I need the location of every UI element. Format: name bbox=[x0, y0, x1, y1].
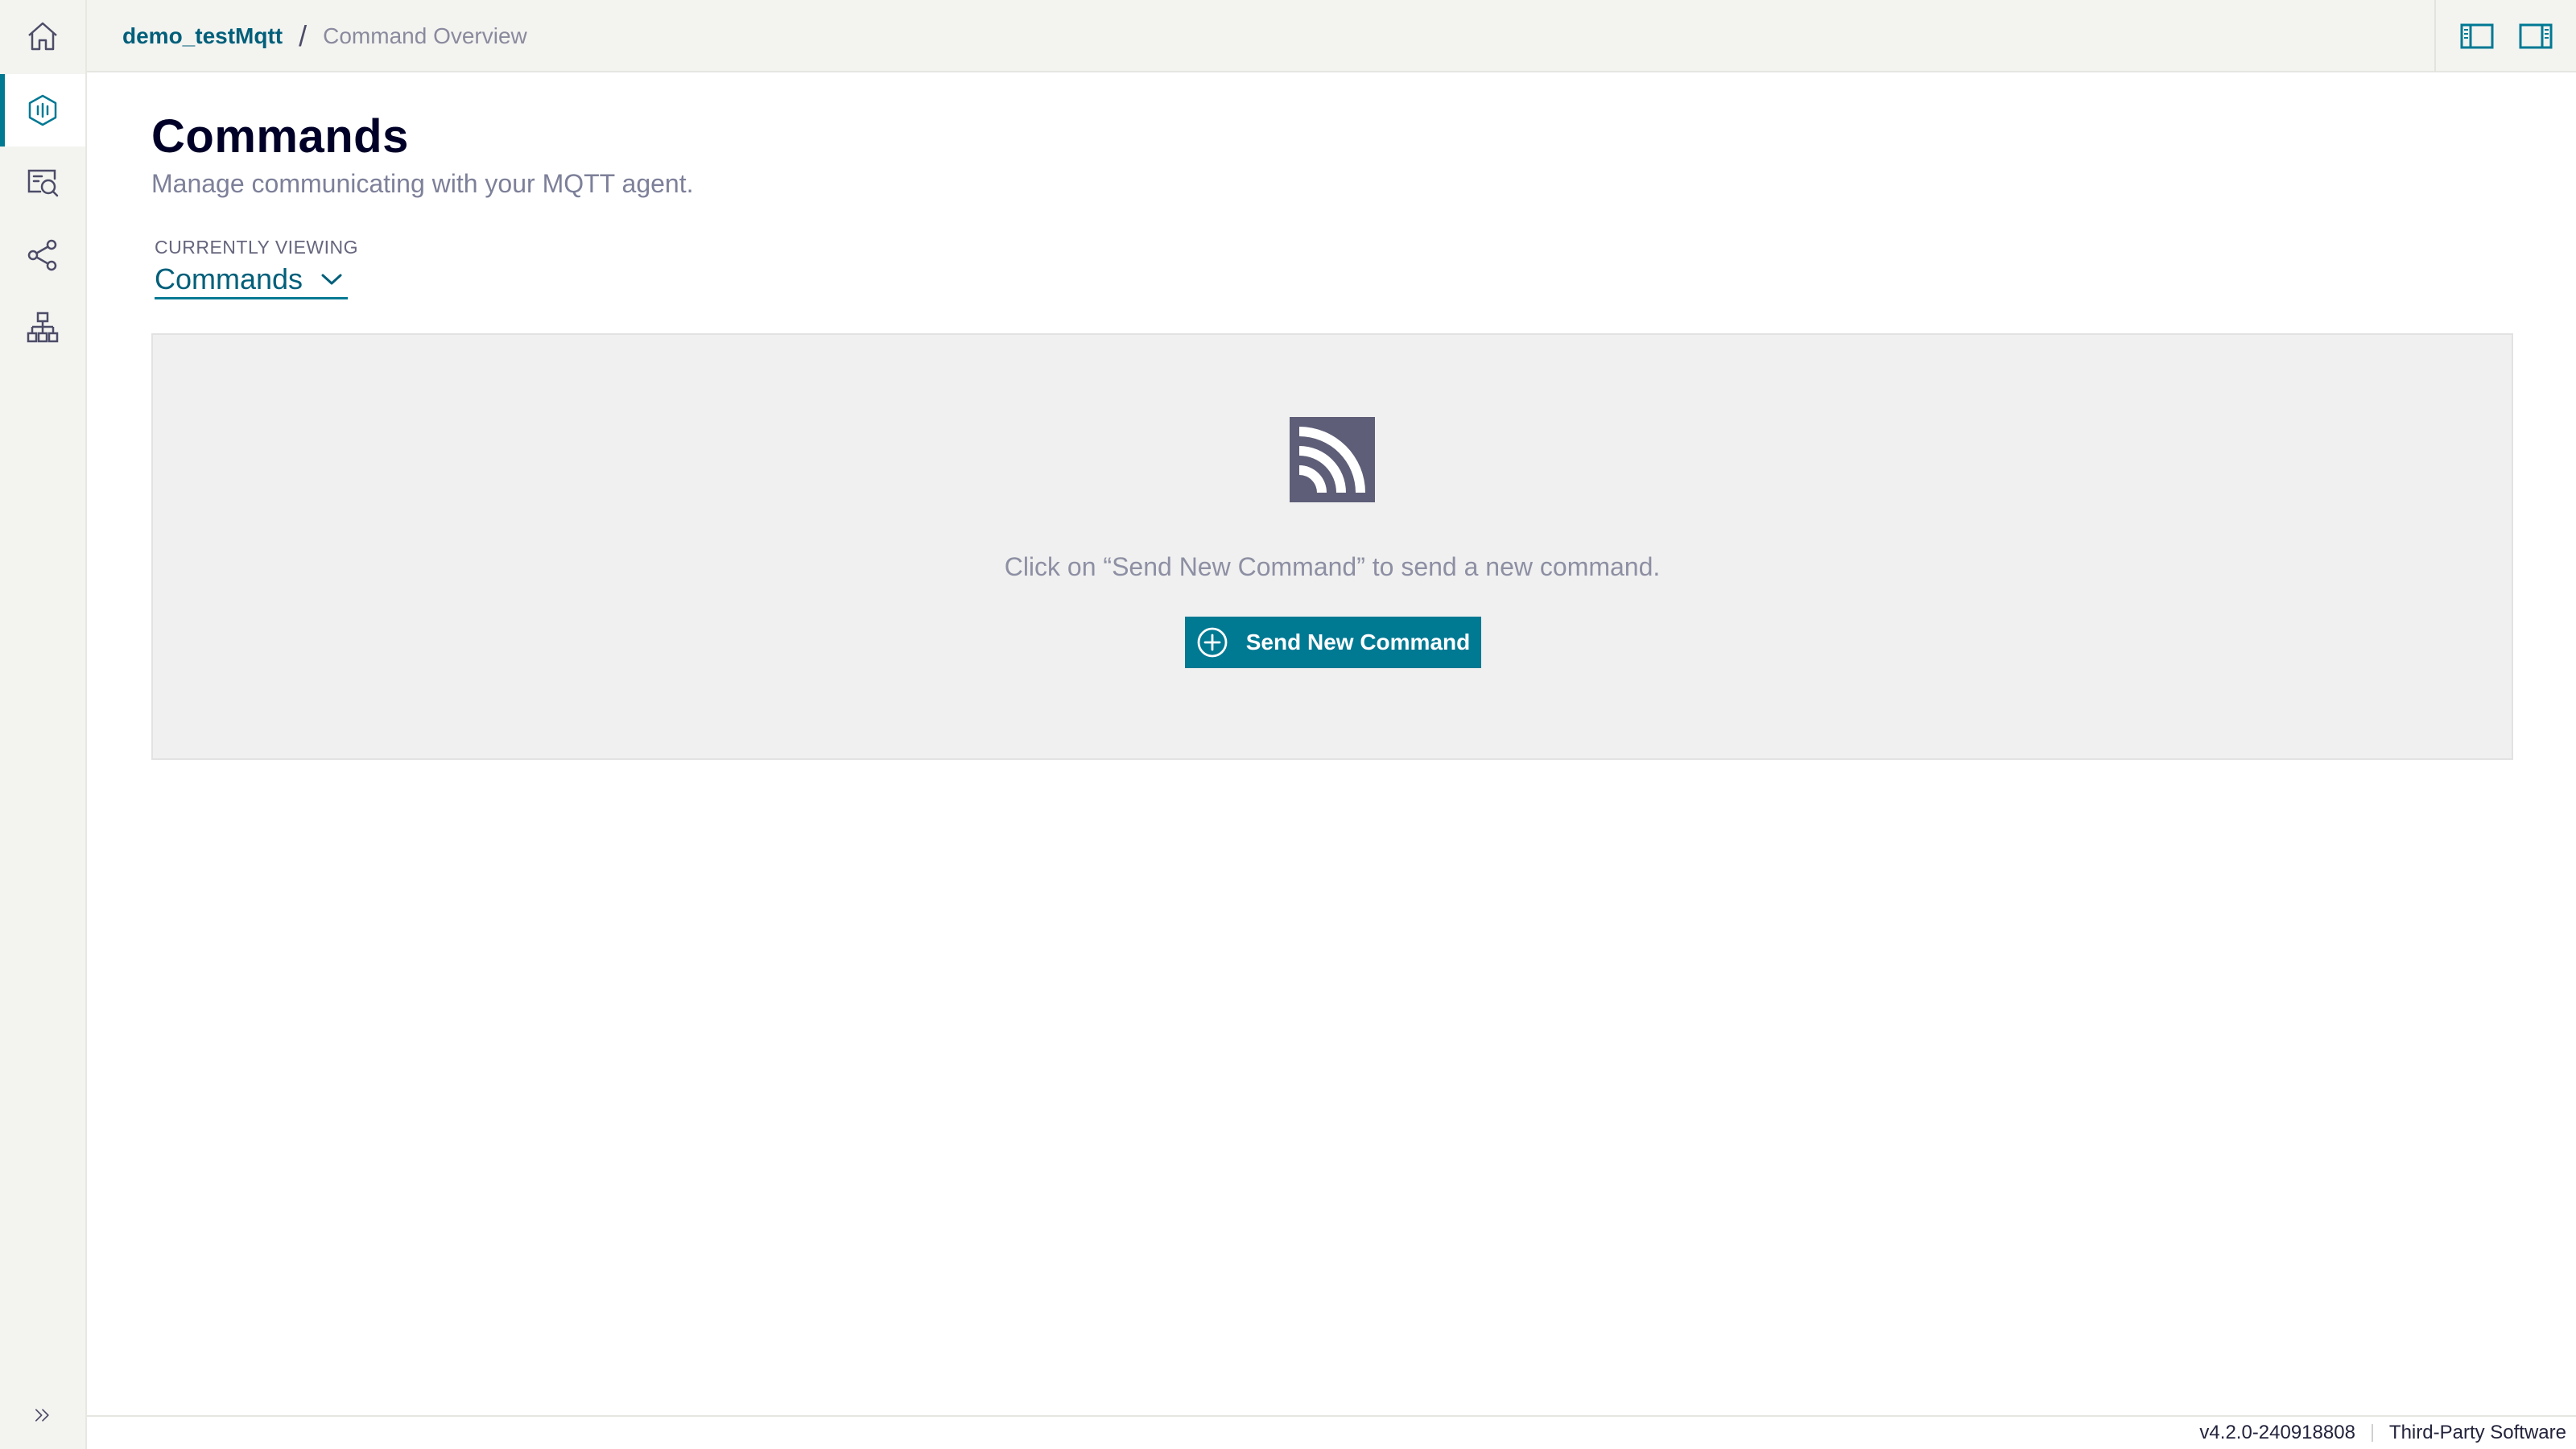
side-navigation-rail bbox=[0, 0, 87, 1449]
page-title: Commands bbox=[151, 110, 409, 163]
currently-viewing-label: CURRENTLY VIEWING bbox=[155, 237, 359, 258]
nav-hierarchy[interactable] bbox=[0, 291, 85, 364]
hierarchy-icon bbox=[27, 312, 59, 343]
page-subtitle: Manage communicating with your MQTT agen… bbox=[151, 169, 694, 198]
footer: v4.2.0-240918808 Third-Party Software bbox=[87, 1415, 2576, 1449]
nav-home[interactable] bbox=[0, 0, 85, 72]
expand-rail-button[interactable] bbox=[0, 1383, 85, 1447]
empty-state-message: Click on “Send New Command” to send a ne… bbox=[1004, 552, 1661, 581]
view-selector-value: Commands bbox=[155, 262, 303, 295]
right-panel-icon bbox=[2519, 23, 2552, 49]
nav-inspect[interactable] bbox=[0, 147, 85, 219]
share-icon bbox=[27, 239, 57, 271]
breadcrumb-separator: / bbox=[299, 19, 308, 52]
send-new-command-button[interactable]: Send New Command bbox=[1185, 617, 1481, 668]
chevron-down-icon bbox=[321, 274, 342, 284]
inspect-icon bbox=[27, 169, 59, 197]
breadcrumb: demo_testMqtt / Command Overview bbox=[122, 0, 527, 72]
monitor-hex-icon bbox=[28, 94, 57, 126]
view-selector-dropdown[interactable]: Commands bbox=[155, 261, 349, 299]
toggle-left-panel-button[interactable] bbox=[2456, 15, 2498, 57]
broadcast-icon bbox=[1290, 417, 1375, 502]
main-content: Commands Manage communicating with your … bbox=[87, 74, 2576, 1415]
breadcrumb-current: Command Overview bbox=[323, 23, 527, 48]
send-new-command-label: Send New Command bbox=[1245, 630, 1471, 654]
third-party-software-link[interactable]: Third-Party Software bbox=[2389, 1422, 2566, 1444]
nav-share[interactable] bbox=[0, 219, 85, 291]
toggle-right-panel-button[interactable] bbox=[2515, 15, 2557, 57]
header-actions bbox=[2434, 0, 2576, 72]
empty-state-panel: Click on “Send New Command” to send a ne… bbox=[151, 333, 2513, 760]
breadcrumb-root-link[interactable]: demo_testMqtt bbox=[122, 23, 283, 49]
nav-monitor[interactable] bbox=[0, 74, 85, 147]
version-text: v4.2.0-240918808 bbox=[2199, 1422, 2355, 1443]
double-chevron-right-icon bbox=[35, 1409, 49, 1422]
plus-circle-icon bbox=[1197, 627, 1228, 658]
left-panel-icon bbox=[2460, 23, 2493, 49]
footer-divider bbox=[2371, 1424, 2373, 1442]
home-icon bbox=[28, 22, 57, 51]
top-header: demo_testMqtt / Command Overview bbox=[87, 0, 2576, 72]
